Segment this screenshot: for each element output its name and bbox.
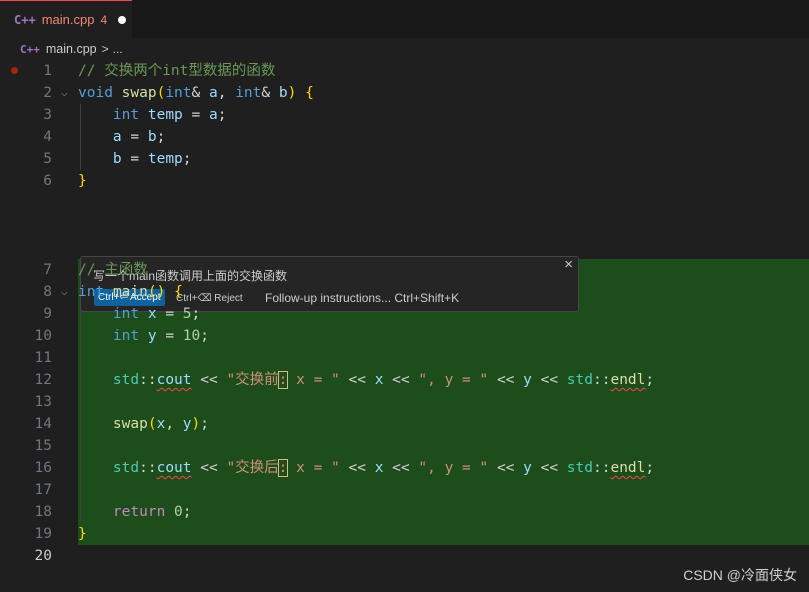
watermark: CSDN @冷面侠女 xyxy=(683,567,797,583)
line-number: 8 xyxy=(43,284,52,300)
code-line-17[interactable]: 17 xyxy=(0,479,809,501)
fold-chevron-icon[interactable]: ⌵ xyxy=(61,281,68,303)
code-line-7[interactable]: 7 // 主函数 xyxy=(0,259,809,281)
line-number: 20 xyxy=(34,548,52,564)
tab-bar: C++ main.cpp 4 xyxy=(0,0,809,38)
fold-chevron-icon[interactable]: ⌵ xyxy=(61,82,68,104)
code-line-4[interactable]: 4 a = b; xyxy=(0,126,809,148)
line-number: 4 xyxy=(43,129,52,145)
breadcrumb-more[interactable]: ... xyxy=(113,42,123,56)
code-line-8[interactable]: 8 ⌵ int main() { xyxy=(0,281,809,303)
line-number: 16 xyxy=(34,460,52,476)
line-number: 5 xyxy=(43,151,52,167)
line-number: 6 xyxy=(43,173,52,189)
code-line-3[interactable]: 3 int temp = a; xyxy=(0,104,809,126)
unsaved-dot-icon[interactable] xyxy=(118,15,127,24)
code-text: swap(x, y); xyxy=(112,416,209,432)
chevron-right-icon: > xyxy=(101,42,109,56)
line-number: 18 xyxy=(34,504,52,520)
code-line-20[interactable]: 20 xyxy=(0,545,809,567)
code-line-14[interactable]: 14 swap(x, y); xyxy=(0,413,809,435)
code-text: int x = 5; xyxy=(112,306,201,322)
code-line-15[interactable]: 15 xyxy=(0,435,809,457)
code-text: a = b; xyxy=(112,129,166,145)
cpp-file-icon: C++ xyxy=(20,42,40,56)
code-text: // 交换两个int型数据的函数 xyxy=(78,63,276,79)
code-line-13[interactable]: 13 xyxy=(0,391,809,413)
code-text: // 主函数 xyxy=(78,262,148,278)
line-number: 19 xyxy=(34,526,52,542)
line-number: 17 xyxy=(34,482,52,498)
code-line-10[interactable]: 10 int y = 10; xyxy=(0,325,809,347)
code-line-2[interactable]: 2 ⌵ void swap(int& a, int& b) { xyxy=(0,82,809,104)
line-number: 2 xyxy=(43,85,52,101)
line-number: 11 xyxy=(34,350,52,366)
line-number: 14 xyxy=(34,416,52,432)
line-number: 9 xyxy=(43,306,52,322)
code-editor[interactable]: 1 // 交换两个int型数据的函数 2 ⌵ void swap(int& a,… xyxy=(0,60,809,592)
line-number: 7 xyxy=(43,262,52,278)
code-text: } xyxy=(78,526,87,542)
line-number: 13 xyxy=(34,394,52,410)
code-text: } xyxy=(78,173,87,189)
code-line-16[interactable]: 16 std::cout << "交换后: x = " << x << ", y… xyxy=(0,457,809,479)
line-number: 1 xyxy=(43,63,52,79)
tab-filename: main.cpp xyxy=(41,12,95,27)
tab-problem-count: 4 xyxy=(100,12,108,27)
code-line-9[interactable]: 9 int x = 5; xyxy=(0,303,809,325)
breadcrumb-file[interactable]: main.cpp xyxy=(46,42,97,56)
code-line-11[interactable]: 11 xyxy=(0,347,809,369)
line-number: 3 xyxy=(43,107,52,123)
code-line-12[interactable]: 12 std::cout << "交换前: x = " << x << ", y… xyxy=(0,369,809,391)
code-text: std::cout << "交换后: x = " << x << ", y = … xyxy=(112,459,655,477)
code-text: std::cout << "交换前: x = " << x << ", y = … xyxy=(112,371,655,389)
code-line-19[interactable]: 19 } xyxy=(0,523,809,545)
code-text: int temp = a; xyxy=(112,107,227,123)
line-number: 10 xyxy=(34,328,52,344)
line-number: 15 xyxy=(34,438,52,454)
code-text: return 0; xyxy=(112,504,192,520)
code-line-5[interactable]: 5 b = temp; xyxy=(0,148,809,170)
code-text: b = temp; xyxy=(112,151,192,167)
code-text: void swap(int& a, int& b) { xyxy=(78,85,314,101)
code-line-1[interactable]: 1 // 交换两个int型数据的函数 xyxy=(0,60,809,82)
code-line-18[interactable]: 18 return 0; xyxy=(0,501,809,523)
line-number: 12 xyxy=(34,372,52,388)
cpp-file-icon: C++ xyxy=(14,12,36,27)
code-text: int main() { xyxy=(78,284,183,300)
code-line-6[interactable]: 6 } xyxy=(0,170,809,192)
tab-main-cpp[interactable]: C++ main.cpp 4 xyxy=(0,0,132,38)
breadcrumb: C++ main.cpp > ... xyxy=(0,38,809,60)
code-text: int y = 10; xyxy=(112,328,209,344)
